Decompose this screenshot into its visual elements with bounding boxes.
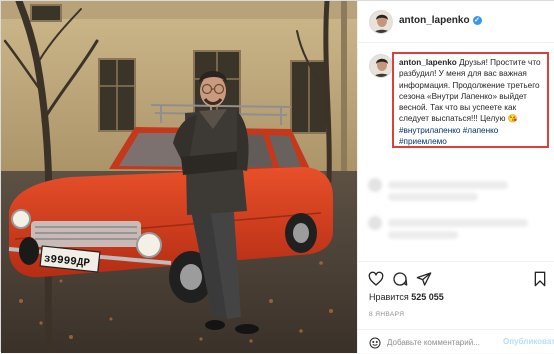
caption-avatar[interactable] xyxy=(369,54,393,78)
avatar[interactable] xyxy=(369,10,393,34)
comment-form: Опубликовать xyxy=(358,329,554,353)
post-username[interactable]: anton_lapenko ✓ xyxy=(399,15,482,26)
bookmark-icon[interactable] xyxy=(532,271,548,287)
likes-number: 525 055 xyxy=(411,292,444,302)
blurred-avatar xyxy=(368,178,382,192)
post-date: 8 ЯНВАРЯ xyxy=(369,311,405,318)
share-icon[interactable] xyxy=(416,271,432,287)
blurred-comment xyxy=(388,193,478,201)
post-sidebar: anton_lapenko ✓ anton_lapenko Друзья! Про… xyxy=(357,1,554,353)
heart-icon[interactable] xyxy=(368,271,384,287)
avatar-image xyxy=(370,11,392,33)
avatar-image xyxy=(370,55,392,77)
caption-hashtags[interactable]: #внутрилапенко #лапенко #приемлемо xyxy=(399,126,498,146)
blurred-avatar xyxy=(368,216,382,230)
kiss-emoji-icon: 😘 xyxy=(507,114,518,124)
post-caption: anton_lapenko Друзья! Простите что разбу… xyxy=(392,52,549,148)
instagram-post: з9999ДР anton_lapenko ✓ anton_lapenko Др… xyxy=(0,0,554,353)
publish-button[interactable]: Опубликовать xyxy=(503,337,554,346)
blurred-comment xyxy=(388,231,458,239)
post-photo: з9999ДР xyxy=(1,1,357,353)
blurred-comment xyxy=(388,219,528,227)
post-header: anton_lapenko ✓ xyxy=(358,1,554,43)
blurred-comment xyxy=(388,181,508,189)
caption-text: Друзья! Простите что разбудил! У меня дл… xyxy=(399,58,541,124)
verified-icon: ✓ xyxy=(472,15,482,25)
likes-label: Нравится xyxy=(369,292,409,302)
emoji-icon[interactable] xyxy=(369,336,381,349)
comments-blurred xyxy=(368,176,546,246)
comment-icon[interactable] xyxy=(392,271,408,287)
caption-username[interactable]: anton_lapenko xyxy=(399,58,457,67)
likes-count[interactable]: Нравится 525 055 xyxy=(369,292,444,302)
photo-illustration: з9999ДР xyxy=(1,1,357,353)
comment-input[interactable] xyxy=(387,335,499,349)
username-text[interactable]: anton_lapenko xyxy=(399,15,470,26)
action-bar xyxy=(358,261,554,291)
